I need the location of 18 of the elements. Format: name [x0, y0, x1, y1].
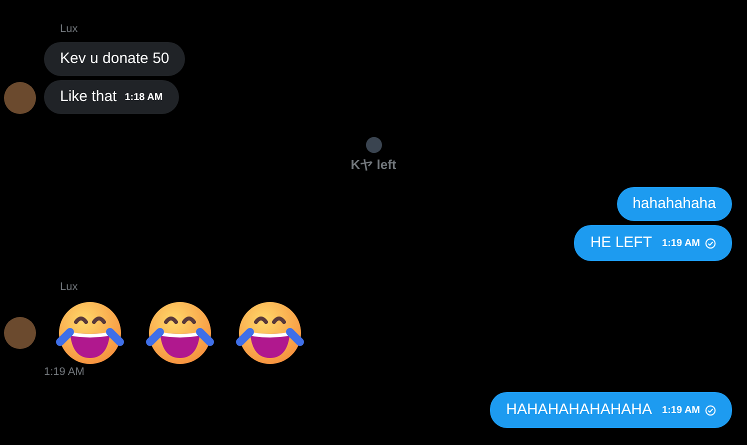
sender-name: Lux	[60, 280, 79, 294]
message-text: HAHAHAHAHAHAHA	[506, 400, 652, 420]
message-time: 1:19 AM	[662, 236, 700, 250]
laughing-face-icon	[236, 300, 304, 366]
avatar-photo-placeholder	[366, 137, 382, 153]
message-text: HE LEFT	[590, 232, 652, 253]
laughing-face-icon	[146, 300, 214, 366]
message-text: hahahahaha	[632, 194, 716, 214]
message-text: Kev u donate 50	[60, 48, 170, 69]
message-time: 1:19 AM	[662, 404, 700, 418]
message-text: Like that	[60, 86, 117, 107]
avatar-photo-placeholder	[4, 317, 36, 349]
message-time: 1:18 AM	[124, 90, 163, 104]
avatar-photo-placeholder	[4, 82, 36, 114]
laughing-face-icon	[56, 300, 124, 366]
event-text: Kヤ left	[350, 157, 396, 172]
sender-name: Lux	[60, 22, 79, 36]
message-time: 1:19 AM	[44, 366, 86, 379]
